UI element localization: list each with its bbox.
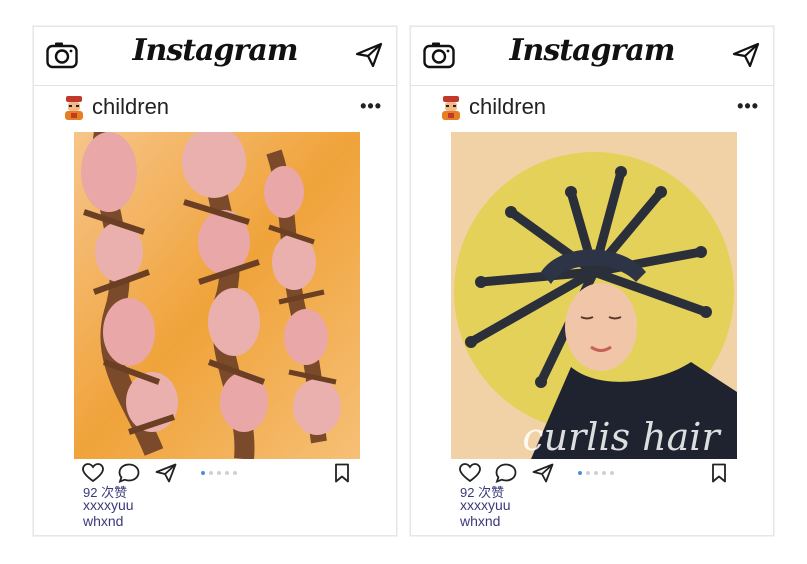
comment-icon[interactable] (118, 463, 140, 483)
app-logo: Instagram (509, 33, 676, 68)
carousel-dot[interactable] (594, 471, 598, 475)
carousel-dot[interactable] (233, 471, 237, 475)
more-options-button[interactable]: ••• (737, 96, 759, 117)
more-options-button[interactable]: ••• (360, 96, 382, 117)
avatar-icon[interactable] (63, 95, 85, 121)
carousel-dot[interactable] (201, 471, 205, 475)
braids-photo (74, 132, 360, 459)
caption-line-1: xxxxyuu (83, 497, 134, 513)
post-photo[interactable]: curlis hair (451, 132, 737, 459)
carousel-dot[interactable] (586, 471, 590, 475)
post-header: children ••• (34, 89, 396, 127)
carousel-indicator (578, 471, 614, 475)
share-icon[interactable] (532, 463, 554, 483)
comment-icon[interactable] (495, 463, 517, 483)
app-logo: Instagram (132, 33, 299, 68)
carousel-dot[interactable] (610, 471, 614, 475)
username[interactable]: children (469, 94, 546, 120)
curly-hair-photo: curlis hair (451, 132, 737, 459)
carousel-dot[interactable] (217, 471, 221, 475)
carousel-indicator (201, 471, 237, 475)
carousel-dot[interactable] (602, 471, 606, 475)
caption-line-1: xxxxyuu (460, 497, 511, 513)
post-header: children ••• (411, 89, 773, 127)
heart-icon[interactable] (459, 463, 481, 483)
bookmark-icon[interactable] (711, 463, 727, 483)
carousel-dot[interactable] (225, 471, 229, 475)
carousel-dot[interactable] (578, 471, 582, 475)
bookmark-icon[interactable] (334, 463, 350, 483)
send-icon[interactable] (732, 42, 760, 68)
send-icon[interactable] (355, 42, 383, 68)
heart-icon[interactable] (82, 463, 104, 483)
caption-line-2: whxnd (460, 513, 501, 529)
photo-overlay-text: curlis hair (522, 415, 722, 459)
top-bar: Instagram (34, 27, 396, 86)
username[interactable]: children (92, 94, 169, 120)
post-photo[interactable] (74, 132, 360, 459)
avatar-icon[interactable] (440, 95, 462, 121)
post-card-2: Instagram children ••• curlis hair 92 次赞… (410, 26, 774, 536)
share-icon[interactable] (155, 463, 177, 483)
top-bar: Instagram (411, 27, 773, 86)
caption-line-2: whxnd (83, 513, 124, 529)
post-card-1: Instagram children ••• 92 次赞 xxxxyuu whx… (33, 26, 397, 536)
carousel-dot[interactable] (209, 471, 213, 475)
